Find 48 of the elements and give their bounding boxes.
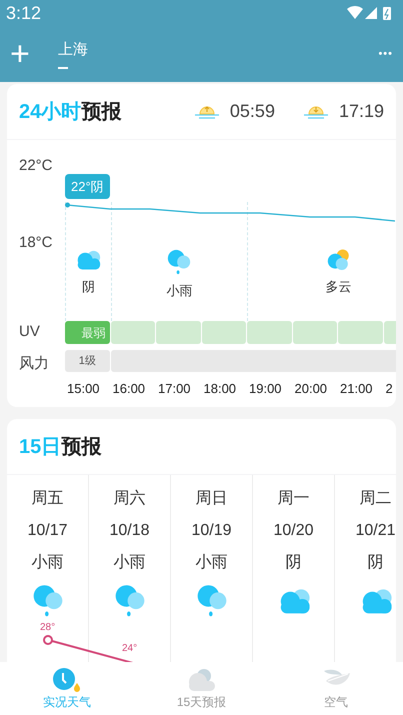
wind-label: 风力 — [19, 354, 50, 374]
weather-label: 阴 — [286, 553, 302, 573]
date: 10/21 — [355, 521, 396, 541]
date: 10/20 — [273, 521, 314, 541]
weather-label: 小雨 — [166, 282, 192, 300]
weather-label: 小雨 — [32, 552, 64, 573]
weather-label: 多云 — [326, 278, 352, 296]
hour-label: 21:00 — [339, 380, 374, 398]
temperature-value: 24° — [122, 642, 138, 656]
temperature-value: 28° — [40, 621, 56, 635]
city-tab[interactable]: 上海 — [58, 38, 88, 70]
hour-label: 19:00 — [248, 380, 283, 398]
weekday: 周二 — [360, 489, 392, 509]
hour-label: 15:00 — [66, 380, 101, 398]
section-title: 15日预报 — [19, 434, 102, 460]
status-time: 3:12 — [6, 2, 42, 24]
more-button[interactable]: ••• — [378, 46, 393, 62]
axis-label: 18°C — [19, 232, 54, 252]
section-title: 24小时预报 — [19, 100, 122, 124]
weekday: 周日 — [196, 489, 228, 509]
date: 10/18 — [109, 521, 150, 541]
nav-tab[interactable]: 实况天气 — [0, 662, 134, 715]
temperature-tag: 22°阴 — [65, 174, 110, 199]
date: 10/17 — [27, 521, 68, 541]
weekday: 周六 — [114, 488, 146, 509]
uv-label: UV — [19, 322, 41, 342]
weather-label: 阴 — [368, 553, 384, 573]
date: 10/19 — [191, 521, 232, 541]
wind-bar: 1级 — [65, 350, 110, 372]
nav-tab[interactable]: 15天预报 — [134, 662, 269, 715]
hour-label: 17:00 — [157, 380, 192, 398]
hour-label: 18:00 — [202, 380, 238, 398]
hour-label: 20:00 — [294, 380, 328, 398]
nav-tab[interactable]: 空气 — [268, 662, 403, 715]
hour-label: 16:00 — [112, 380, 146, 398]
weekday: 周五 — [32, 489, 64, 509]
weather-label: 小雨 — [196, 552, 228, 573]
weather-label: 阴 — [82, 278, 95, 296]
weather-label: 小雨 — [114, 552, 146, 573]
cloud-icon — [186, 666, 216, 692]
uv-bar: 最弱 — [65, 321, 110, 344]
sunrise-time: 05:59 — [230, 100, 275, 123]
sunset-time: 17:19 — [338, 100, 384, 123]
weekday: 周一 — [278, 489, 310, 509]
hour-label: 2 — [384, 380, 394, 398]
clock-icon — [52, 666, 82, 692]
axis-label: 22°C — [19, 156, 54, 176]
add-button[interactable]: + — [10, 37, 30, 71]
